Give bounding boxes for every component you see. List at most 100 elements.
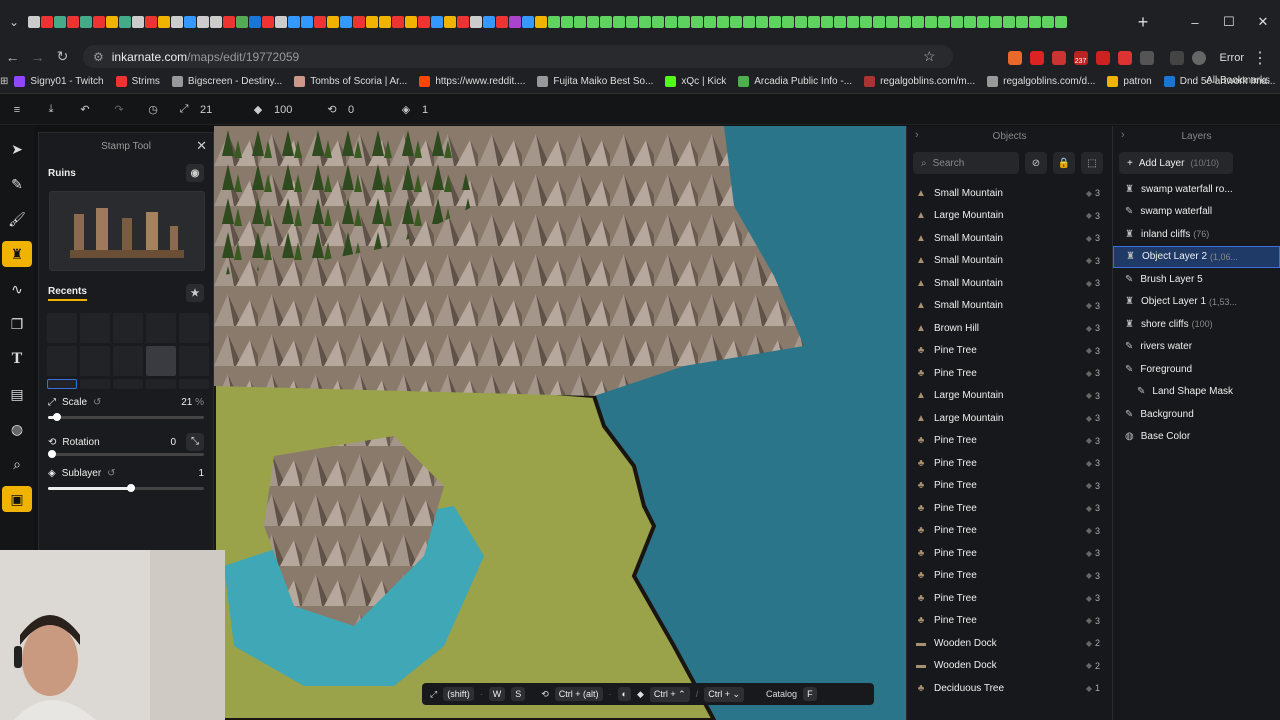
tab-favicon[interactable] [509,16,521,28]
tab-favicon[interactable] [496,16,508,28]
bookmark-item[interactable]: Fujita Maiko Best So... [531,75,659,87]
object-row[interactable]: ♣ Pine Tree ◆ 3 [907,362,1112,385]
minimize-button[interactable]: – [1178,15,1212,30]
tab-favicon[interactable] [548,16,560,28]
recent-stamp[interactable] [80,313,110,343]
tab-favicon[interactable] [470,16,482,28]
reading-list-icon[interactable] [1169,51,1184,65]
scale-slider-handle[interactable] [53,413,61,421]
site-info-icon[interactable]: ⚙ [93,50,104,64]
rotation-slider[interactable] [48,450,204,458]
object-row[interactable]: ▲ Small Mountain ◆ 3 [907,182,1112,205]
new-tab-button[interactable]: + [1128,12,1158,33]
size-control[interactable]: ⤢ 21 [176,103,250,116]
recent-stamp[interactable] [113,346,143,376]
tab-favicon[interactable] [990,16,1002,28]
tab-favicon[interactable] [899,16,911,28]
tab-favicon[interactable] [665,16,677,28]
tab-favicon[interactable] [431,16,443,28]
close-window-button[interactable]: ✕ [1246,14,1280,30]
tab-favicon[interactable] [1016,16,1028,28]
address-bar[interactable]: ⚙ inkarnate.com /maps/edit/19772059 [83,45,953,68]
object-row[interactable]: ♣ Pine Tree ◆ 3 [907,340,1112,363]
rotation-value[interactable]: 0 [170,437,176,448]
tab-favicon[interactable] [717,16,729,28]
tab-favicon[interactable] [67,16,79,28]
tab-favicon[interactable] [327,16,339,28]
sublayer-slider[interactable] [48,484,204,492]
recent-stamp[interactable] [179,346,209,376]
browser-tabs[interactable] [28,10,1108,34]
tab-favicon[interactable] [626,16,638,28]
stamp-preview[interactable] [49,191,205,271]
stamp-tool-icon[interactable]: ♜ [2,241,32,267]
tab-favicon[interactable] [262,16,274,28]
tab-favicon[interactable] [561,16,573,28]
layer-row[interactable]: ♜ Object Layer 1 (1,53... [1113,291,1280,314]
history-icon[interactable]: ◷ [136,103,170,116]
rotation-slider-handle[interactable] [48,450,56,458]
tab-favicon[interactable] [158,16,170,28]
layer-row[interactable]: ✎ Foreground [1113,358,1280,381]
recent-stamp[interactable] [80,379,110,389]
tab-favicon[interactable] [418,16,430,28]
bookmark-item[interactable]: Strims [110,75,166,87]
extension-icon[interactable] [1095,51,1110,65]
sublayer-slider-handle[interactable] [127,484,135,492]
tab-favicon[interactable] [236,16,248,28]
tab-favicon[interactable] [782,16,794,28]
layer-row[interactable]: ✎ Brush Layer 5 [1113,268,1280,291]
layer-row[interactable]: ✎ Land Shape Mask [1113,381,1280,404]
tab-favicon[interactable] [730,16,742,28]
tab-favicon[interactable] [41,16,53,28]
bookmark-item[interactable]: https://www.reddit.... [413,75,531,87]
path-tool-icon[interactable]: ∿ [2,276,32,302]
tab-favicon[interactable] [444,16,456,28]
rotation-control[interactable]: ⟲ 0 [324,103,398,117]
recents-title[interactable]: Recents [48,286,87,301]
layer-row[interactable]: ✎ swamp waterfall [1113,201,1280,224]
object-row[interactable]: ♣ Deciduous Tree ◆ 1 [907,677,1112,700]
tab-favicon[interactable] [210,16,222,28]
object-row[interactable]: ♣ Pine Tree ◆ 3 [907,475,1112,498]
reset-icon[interactable]: ↺ [93,397,101,408]
forward-button[interactable]: → [25,49,50,65]
tab-favicon[interactable] [366,16,378,28]
tab-favicon[interactable] [860,16,872,28]
extension-icon[interactable] [1117,51,1132,65]
tab-favicon[interactable] [535,16,547,28]
undo-icon[interactable]: ↶ [68,103,102,116]
sublayer-value[interactable]: 1 [198,468,204,479]
shapes-tool-icon[interactable]: ❐ [2,311,32,337]
object-row[interactable]: ♣ Pine Tree ◆ 3 [907,430,1112,453]
back-button[interactable]: ← [0,49,25,65]
bookmark-item[interactable]: xQc | Kick [659,75,732,87]
layer-row[interactable]: ◍ Base Color [1113,426,1280,449]
tab-favicon[interactable] [834,16,846,28]
tab-favicon[interactable] [977,16,989,28]
object-row[interactable]: ▲ Small Mountain ◆ 3 [907,272,1112,295]
tab-favicon[interactable] [379,16,391,28]
tab-favicon[interactable] [587,16,599,28]
layer-row[interactable]: ♜ swamp waterfall ro... [1113,178,1280,201]
maximize-button[interactable]: ☐ [1212,14,1246,30]
tab-favicon[interactable] [288,16,300,28]
recent-stamp[interactable] [47,313,77,343]
tab-favicon[interactable] [184,16,196,28]
bookmark-item[interactable]: Signy01 - Twitch [8,75,109,87]
extension-icon[interactable] [1029,51,1044,65]
bookmark-item[interactable]: regalgoblins.com/m... [858,75,981,87]
redo-icon[interactable]: ↷ [102,103,136,116]
recent-stamp[interactable] [47,379,77,389]
tab-favicon[interactable] [795,16,807,28]
tab-favicon[interactable] [613,16,625,28]
tab-favicon[interactable] [340,16,352,28]
recent-stamp[interactable] [80,346,110,376]
tab-search-dropdown-icon[interactable]: ⌄ [0,15,28,29]
object-row[interactable]: ♣ Pine Tree ◆ 3 [907,542,1112,565]
tab-favicon[interactable] [301,16,313,28]
tab-favicon[interactable] [821,16,833,28]
map-canvas[interactable] [214,126,906,720]
recent-stamp[interactable] [146,346,176,376]
menu-icon[interactable]: ≡ [0,104,34,116]
